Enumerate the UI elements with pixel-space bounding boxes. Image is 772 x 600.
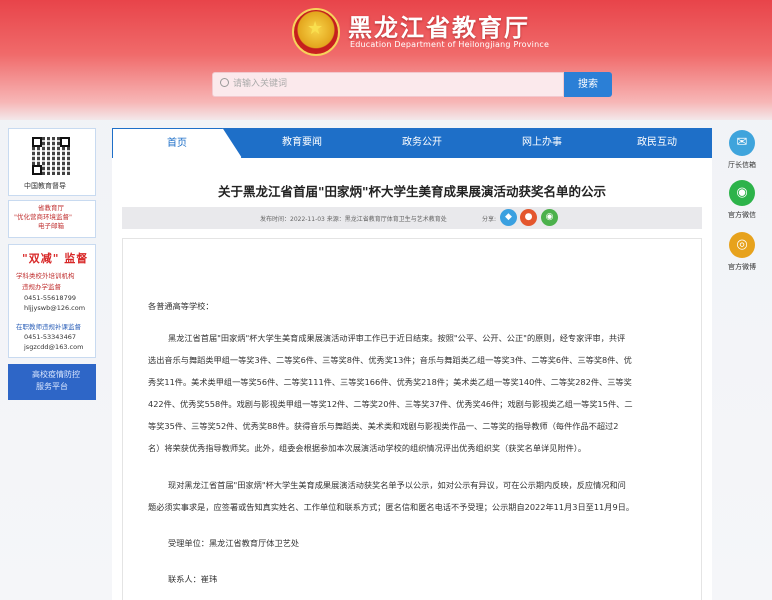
weibo-icon[interactable]: ◎	[729, 232, 755, 258]
search-input[interactable]: 请输入关键词	[212, 72, 564, 97]
right-label-mailbox[interactable]: 厅长信箱	[724, 160, 760, 170]
article-paragraph-line: 题必须实事求是，应签署或告知真实姓名、工作单位和联系方式；匿名信和匿名电话不予受…	[148, 502, 635, 512]
search-button[interactable]: 搜索	[564, 72, 612, 97]
article-paragraph-line: 现对黑龙江省首届"田家炳"杯大学生美育成果展演活动获奖名单予以公示，如对公示有异…	[168, 480, 626, 490]
site-title[interactable]: 黑龙江省教育厅	[348, 8, 530, 43]
double-reduction-title: "双减" 监督	[22, 252, 89, 265]
article-paragraph-line: 选出音乐与舞蹈类甲组一等奖3件、二等奖6件、三等奖8件、优秀奖13件；音乐与舞蹈…	[148, 355, 632, 365]
tab-education-news[interactable]: 教育要闻	[242, 128, 362, 158]
article-paragraph-line: 黑龙江省首届"田家炳"杯大学生美育成果展演活动评审工作已于近日结束。按照"公平、…	[168, 333, 626, 343]
share-weibo-icon[interactable]: ●	[520, 209, 537, 226]
campus-epidemic-card[interactable]: 高校疫情防控 服务平台	[8, 364, 96, 400]
tab-government-affairs[interactable]: 政务公开	[362, 128, 482, 158]
article-paragraph-line: 秀奖11件。美术类甲组一等奖56件、二等奖111件、三等奖166件、优秀奖218…	[148, 377, 632, 387]
mail-icon[interactable]: ✉	[729, 130, 755, 156]
tab-home[interactable]: 首页	[112, 128, 242, 158]
share-wechat-icon[interactable]: ◉	[541, 209, 558, 226]
share-label: 分享:	[482, 216, 497, 223]
tab-public-interaction[interactable]: 政民互动	[602, 128, 712, 158]
right-label-wechat[interactable]: 官方微信	[724, 210, 760, 220]
article-paragraph-line: 名）将荣获优秀指导教师奖。此外，组委会根据参加本次展演活动学校的组织情况评出优秀…	[148, 443, 587, 453]
article-paragraph-line: 422件、优秀奖558件。戏剧与影视类甲组一等奖12件、二等奖20件、三等奖37…	[148, 399, 633, 409]
share-qq-icon[interactable]: ◆	[500, 209, 517, 226]
right-label-weibo[interactable]: 官方微博	[724, 262, 760, 272]
accept-unit: 受理单位：黑龙江省教育厅体卫艺处	[168, 538, 300, 548]
article-meta: 发布时间：2022-11-03 来源：黑龙江省教育厅体育卫生与艺术教育处	[260, 216, 447, 223]
site-subtitle: Education Department of Heilongjiang Pro…	[350, 40, 550, 49]
article-greeting: 各普通高等学校：	[148, 301, 214, 311]
main-nav: 首页 教育要闻 政务公开 网上办事 政民互动	[112, 128, 712, 158]
article-title: 关于黑龙江省首届"田家炳"杯大学生美育成果展演活动获奖名单的公示	[217, 184, 607, 199]
national-emblem-icon: ★	[292, 8, 340, 56]
tab-online-services[interactable]: 网上办事	[482, 128, 602, 158]
contact-person: 联系人：崔玮	[168, 574, 218, 584]
search-icon	[220, 78, 229, 87]
qr-label: 中国教育督导	[24, 182, 66, 190]
article-paragraph-line: 等奖35件、三等奖52件、优秀奖88件。获得音乐与舞蹈类、美术类和戏剧与影视类作…	[148, 421, 619, 431]
wechat-icon[interactable]: ◉	[729, 180, 755, 206]
